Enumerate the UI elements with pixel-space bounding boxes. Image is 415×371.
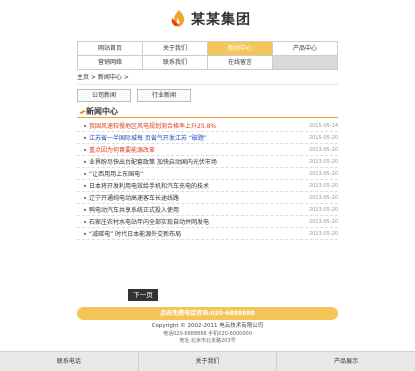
logo[interactable]: 某某集团: [169, 9, 251, 29]
breadcrumb: 主页 > 新闻中心 >: [77, 74, 129, 81]
bullet-icon: [84, 124, 86, 127]
nav-item-network[interactable]: 营销网络: [78, 56, 143, 70]
footer-phone: 电话020-6888888 手机020-6000000: [163, 330, 252, 337]
news-item[interactable]: 日本将开发利用电效给手机和汽车充电的技术 2013-05-20: [77, 180, 338, 192]
news-title[interactable]: 鸭电动汽车共享系统正式投入使用: [89, 205, 309, 214]
news-title[interactable]: 重点因为何菁要能源改革: [89, 145, 309, 154]
news-list: 我国风速较慢地区风电规划测合格率上升25.8% 2015-05-14 江苏省一半国…: [77, 120, 338, 240]
news-title[interactable]: “让西用用上东国电”: [89, 169, 309, 178]
header: 某某集团: [0, 0, 415, 40]
footer-address: 地址:北京市北京路203号: [179, 338, 236, 344]
news-item[interactable]: 业界盼尽快出台配套政策 加快启动国内光伏市场 2013-05-20: [77, 156, 338, 168]
bullet-icon: [84, 172, 86, 175]
main-nav: 网站首页 关于我们 新闻中心 产品中心 营销网络 联系我们 在线留言: [77, 41, 338, 70]
bullet-icon: [84, 232, 86, 235]
news-date: 2013-05-20: [308, 170, 338, 177]
nav-item-message[interactable]: 在线留言: [208, 56, 273, 70]
bottom-item-phone[interactable]: 联系电话: [0, 352, 139, 371]
divider: [77, 84, 338, 85]
bullet-icon: [84, 160, 86, 163]
bullet-icon: [84, 196, 86, 199]
bullet-icon: [84, 220, 86, 223]
news-date: 2013-05-20: [308, 218, 338, 225]
nav-item-contact[interactable]: 联系我们: [143, 56, 208, 70]
bullet-icon: [84, 148, 86, 151]
news-title[interactable]: 业界盼尽快出台配套政策 加快启动国内光伏市场: [89, 157, 309, 166]
title-underline: [77, 117, 338, 118]
nav-item-about[interactable]: 关于我们: [143, 42, 208, 56]
news-item[interactable]: 江苏省一半国际城每 页省气开发江苏 “破题” 2015-05-20: [77, 132, 338, 144]
pen-icon: [79, 109, 86, 114]
nav-item-products[interactable]: 产品中心: [273, 42, 338, 56]
news-item[interactable]: 鸭电动汽车共享系统正式投入使用 2013-05-20: [77, 204, 338, 216]
news-item[interactable]: “让西用用上东国电” 2013-05-20: [77, 168, 338, 180]
news-date: 2013-05-20: [308, 158, 338, 165]
bottom-nav: 联系电话 关于我们 产品展示: [0, 351, 415, 371]
news-title[interactable]: 石家庄农村水电站年内全部实现自动并网发电: [89, 217, 309, 226]
news-date: 2013-05-20: [308, 194, 338, 201]
tab-company-news[interactable]: 公司新闻: [77, 89, 131, 102]
news-date: 2013-05-20: [308, 182, 338, 189]
bottom-item-about[interactable]: 关于我们: [139, 352, 278, 371]
bottom-item-products[interactable]: 产品展示: [277, 352, 415, 371]
news-title[interactable]: 日本将开发利用电效给手机和汽车充电的技术: [89, 181, 309, 190]
nav-item-news[interactable]: 新闻中心: [208, 42, 273, 56]
call-button[interactable]: 点击免费电话咨询:020-6888888: [77, 307, 338, 320]
tab-industry-news[interactable]: 行业新闻: [137, 89, 191, 102]
news-date: 2015-05-20: [308, 134, 338, 141]
nav-item-home[interactable]: 网站首页: [78, 42, 143, 56]
news-item[interactable]: 石家庄农村水电站年内全部实现自动并网发电 2013-05-20: [77, 216, 338, 228]
nav-row-2: 营销网络 联系我们 在线留言: [78, 56, 338, 70]
section-title: 新闻中心: [79, 106, 118, 117]
news-date: 2013-05-20: [308, 230, 338, 237]
next-page-button[interactable]: 下一页: [128, 289, 158, 301]
copyright: Copyright © 2002-2011 电云技术有限公司: [151, 323, 264, 329]
company-name: 某某集团: [191, 12, 251, 28]
flame-logo-icon: [171, 10, 185, 27]
bullet-icon: [84, 136, 86, 139]
news-title[interactable]: 江苏省一半国际城每 页省气开发江苏 “破题”: [89, 133, 309, 142]
news-date: 2013-05-20: [308, 206, 338, 213]
nav-row-1: 网站首页 关于我们 新闻中心 产品中心: [78, 42, 338, 56]
bullet-icon: [84, 184, 86, 187]
news-title[interactable]: “减碳电” 时代日本能源外交新布局: [89, 229, 309, 238]
bullet-icon: [84, 208, 86, 211]
news-title[interactable]: 我国风速较慢地区风电规划测合格率上升25.8%: [89, 121, 309, 130]
news-tabs: 公司新闻 行业新闻: [77, 89, 191, 102]
news-title[interactable]: 辽宁开通纯电动高速客车长途线路: [89, 193, 309, 202]
news-item[interactable]: 我国风速较慢地区风电规划测合格率上升25.8% 2015-05-14: [77, 120, 338, 132]
nav-item-empty: [273, 56, 338, 70]
section-title-text: 新闻中心: [86, 107, 118, 116]
news-item[interactable]: “减碳电” 时代日本能源外交新布局 2013-05-20: [77, 228, 338, 240]
news-date: 2015-05-14: [308, 122, 338, 129]
footer: Copyright © 2002-2011 电云技术有限公司 电话020-688…: [77, 323, 338, 346]
news-item[interactable]: 重点因为何菁要能源改革 2013-05-20: [77, 144, 338, 156]
news-item[interactable]: 辽宁开通纯电动高速客车长途线路 2013-05-20: [77, 192, 338, 204]
news-date: 2013-05-20: [308, 146, 338, 153]
